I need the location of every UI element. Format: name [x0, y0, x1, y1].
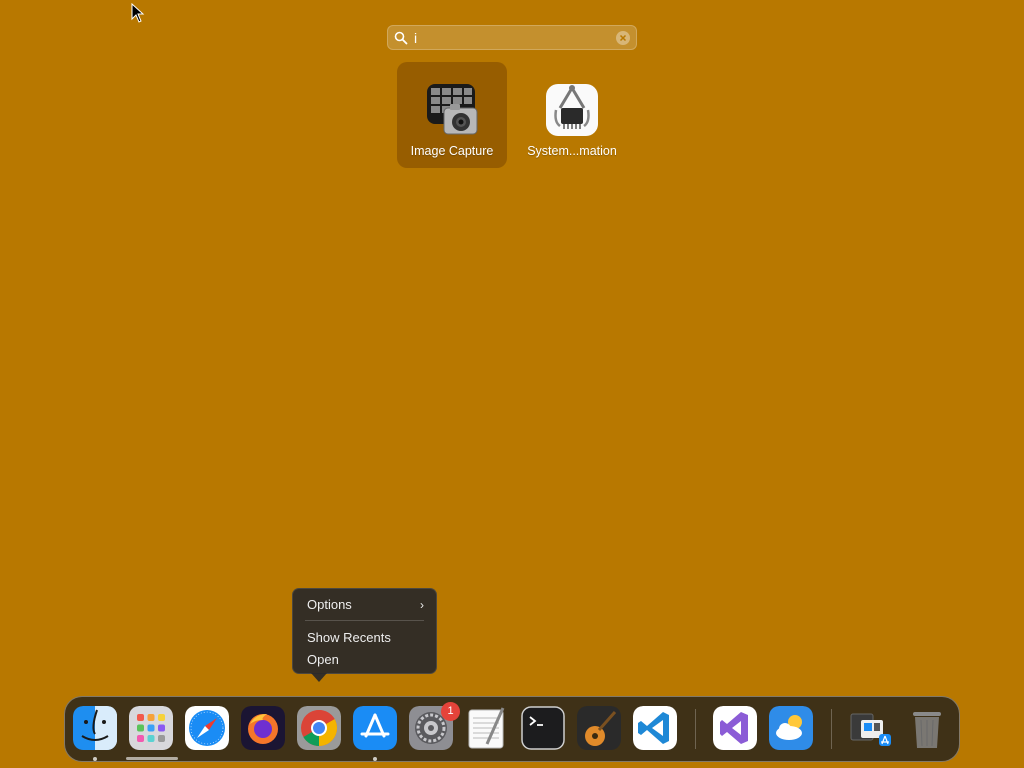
system-information-icon [546, 84, 598, 136]
launchpad-scroll-indicator [126, 757, 178, 760]
chevron-right-icon: › [420, 598, 424, 612]
menu-item-show-recents[interactable]: Show Recents [307, 629, 424, 647]
spotlight-search-field[interactable] [387, 25, 637, 50]
chrome-icon[interactable] [297, 706, 341, 750]
app-store-icon[interactable] [353, 706, 397, 750]
image-capture-icon [427, 84, 478, 135]
search-icon [394, 31, 408, 45]
launchpad-icon[interactable] [129, 706, 173, 750]
search-input[interactable] [414, 28, 604, 48]
guitar-icon[interactable] [577, 706, 621, 750]
weather-icon[interactable] [769, 706, 813, 750]
result-system-information[interactable]: System...mation [517, 62, 627, 168]
downloads-stack-icon[interactable] [849, 706, 893, 750]
textedit-icon[interactable] [465, 706, 509, 750]
menu-item-label: Open [307, 652, 339, 667]
menu-item-label: Options [307, 597, 352, 612]
firefox-icon[interactable] [241, 706, 285, 750]
menu-item-open[interactable]: Open [307, 651, 424, 669]
menu-item-options[interactable]: Options › [307, 596, 424, 614]
vscode-icon[interactable] [633, 706, 677, 750]
running-indicator [373, 757, 377, 761]
trash-icon[interactable] [905, 706, 949, 750]
result-label: Image Capture [410, 144, 494, 158]
safari-icon[interactable] [185, 706, 229, 750]
running-indicator [93, 757, 97, 761]
dock-separator [695, 709, 696, 749]
menu-item-label: Show Recents [307, 630, 391, 645]
terminal-icon[interactable] [521, 706, 565, 750]
clear-search-icon[interactable] [616, 31, 630, 45]
dock-separator [831, 709, 832, 749]
dock: 1 [64, 696, 960, 762]
visual-studio-icon[interactable] [713, 706, 757, 750]
result-label: System...mation [527, 144, 617, 158]
finder-icon[interactable] [73, 706, 117, 750]
dock-context-menu: Options › Show Recents Open [292, 588, 437, 674]
menu-pointer [311, 673, 327, 682]
menu-separator [305, 620, 424, 621]
notification-badge: 1 [441, 702, 460, 721]
result-image-capture[interactable]: Image Capture [397, 62, 507, 168]
mouse-pointer-icon [131, 3, 145, 23]
